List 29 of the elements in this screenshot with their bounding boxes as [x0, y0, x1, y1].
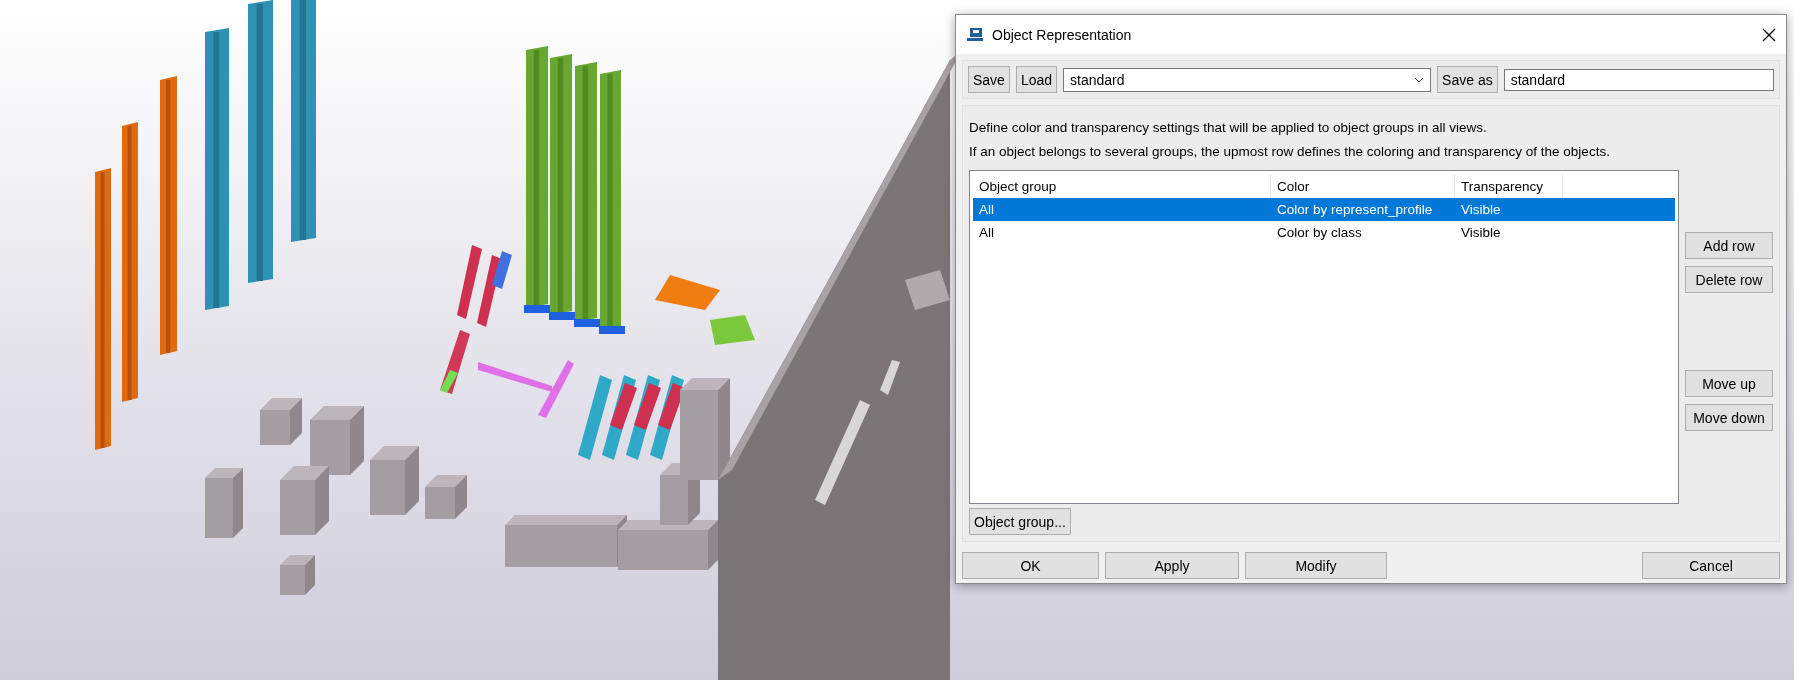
table-cell-text: All: [978, 202, 995, 217]
dialog-button[interactable]: Cancel: [1642, 552, 1780, 579]
table-cell-text: Color by class: [1276, 225, 1363, 240]
side-button[interactable]: Delete row: [1685, 266, 1773, 293]
dialog-button[interactable]: Modify: [1245, 552, 1387, 579]
close-icon[interactable]: [1762, 27, 1776, 42]
app-icon: [966, 26, 984, 43]
side-button[interactable]: Move up: [1685, 370, 1773, 397]
table-cell-text: Visible: [1460, 225, 1502, 240]
table-row[interactable]: All Color by represent_profile Visible: [973, 198, 1675, 221]
table-cell-text: Color by represent_profile: [1276, 202, 1434, 217]
object-group-button[interactable]: Object group...: [969, 508, 1071, 535]
chevron-down-icon: [1414, 76, 1425, 83]
description-text: Define color and transparency settings that will be applied to object groups in all views.: [969, 119, 1488, 137]
load-button[interactable]: Load: [1015, 66, 1058, 93]
table-row[interactable]: All Color by class Visible: [973, 221, 1675, 244]
side-button[interactable]: Add row: [1685, 232, 1773, 259]
table-cell-text: Visible: [1460, 202, 1502, 217]
save-button[interactable]: Save: [968, 66, 1010, 93]
side-button[interactable]: Move down: [1685, 404, 1773, 431]
settings-dropdown[interactable]: standard: [1063, 67, 1432, 92]
description-text: If an object belongs to several groups, the upmost row defines the coloring and transparency of the objects.: [969, 143, 1611, 161]
save-as-button[interactable]: Save as: [1437, 66, 1498, 93]
save-as-name-field[interactable]: standard: [1503, 68, 1774, 91]
dialog-button[interactable]: OK: [962, 552, 1099, 579]
window-title: Object Representation: [992, 26, 1133, 43]
object-group-table[interactable]: Object group Color Transparency All Color by represent_profile Visible All Color by class Visible: [969, 170, 1679, 504]
table-cell-text: All: [978, 225, 995, 240]
dialog-button[interactable]: Apply: [1105, 552, 1239, 579]
